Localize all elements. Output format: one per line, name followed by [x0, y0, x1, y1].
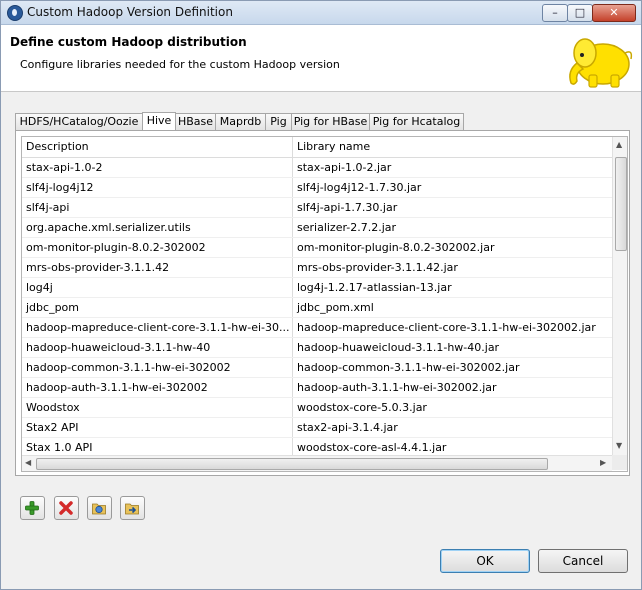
- ok-button[interactable]: OK: [440, 549, 530, 573]
- table-row[interactable]: Woodstox woodstox-core-5.0.3.jar: [22, 398, 612, 418]
- cell-library-name: jdbc_pom.xml: [297, 301, 374, 314]
- cell-library-name: serializer-2.7.2.jar: [297, 221, 397, 234]
- cell-library-name: stax2-api-3.1.4.jar: [297, 421, 398, 434]
- cell-description: slf4j-log4j12: [22, 178, 293, 197]
- column-header-library-name[interactable]: Library name: [293, 137, 612, 157]
- cell-description: Stax2 API: [22, 418, 293, 437]
- cell-description: jdbc_pom: [22, 298, 293, 317]
- cell-library-name: hadoop-mapreduce-client-core-3.1.1-hw-ei…: [297, 321, 596, 334]
- delete-library-button[interactable]: [54, 496, 79, 520]
- import-library-button[interactable]: [87, 496, 112, 520]
- table-row[interactable]: hadoop-auth-3.1.1-hw-ei-302002 hadoop-aut…: [22, 378, 612, 398]
- table-row[interactable]: jdbc_pom jdbc_pom.xml: [22, 298, 612, 318]
- table-row[interactable]: log4j log4j-1.2.17-atlassian-13.jar: [22, 278, 612, 298]
- dialog-window: Custom Hadoop Version Definition – □ ✕ D…: [0, 0, 642, 590]
- add-icon: [25, 501, 39, 515]
- close-button[interactable]: ✕: [592, 4, 636, 22]
- tab-pig[interactable]: Pig: [265, 113, 292, 130]
- cell-library-name: mrs-obs-provider-3.1.1.42.jar: [297, 261, 458, 274]
- scroll-left-icon[interactable]: ◀: [25, 458, 31, 468]
- cell-library-name: slf4j-api-1.7.30.jar: [297, 201, 398, 214]
- hadoop-elephant-logo: [569, 38, 633, 88]
- cancel-button[interactable]: Cancel: [538, 549, 628, 573]
- close-icon: ✕: [609, 6, 619, 19]
- tab-pig-for-hcatalog[interactable]: Pig for Hcatalog: [369, 113, 464, 130]
- cell-description: mrs-obs-provider-3.1.1.42: [22, 258, 293, 277]
- table-row[interactable]: mrs-obs-provider-3.1.1.42 mrs-obs-provide…: [22, 258, 612, 278]
- tab-hive[interactable]: Hive: [142, 112, 176, 130]
- cell-library-name: stax-api-1.0-2.jar: [297, 161, 392, 174]
- cell-library-name: hadoop-common-3.1.1-hw-ei-302002.jar: [297, 361, 520, 374]
- tab-pig-for-hbase[interactable]: Pig for HBase: [291, 113, 370, 130]
- minimize-icon: –: [552, 6, 558, 19]
- minimize-button[interactable]: –: [542, 4, 568, 22]
- cell-library-name: log4j-1.2.17-atlassian-13.jar: [297, 281, 452, 294]
- library-table: Description Library name stax-api-1.0-2 s…: [21, 136, 628, 472]
- table-header: Description Library name: [22, 137, 612, 158]
- cell-description: hadoop-huaweicloud-3.1.1-hw-40: [22, 338, 293, 357]
- cell-description: hadoop-mapreduce-client-core-3.1.1-hw-ei…: [22, 318, 293, 337]
- cell-description: log4j: [22, 278, 293, 297]
- export-icon: [125, 503, 139, 515]
- cell-description: org.apache.xml.serializer.utils: [22, 218, 293, 237]
- table-row[interactable]: hadoop-huaweicloud-3.1.1-hw-40 hadoop-hua…: [22, 338, 612, 358]
- tab-hdfs[interactable]: HDFS/HCatalog/Oozie: [15, 113, 143, 130]
- cell-description: stax-api-1.0-2: [22, 158, 293, 177]
- tab-panel: Description Library name stax-api-1.0-2 s…: [15, 130, 630, 476]
- horizontal-scroll-thumb[interactable]: [36, 458, 548, 470]
- cell-library-name: slf4j-log4j12-1.7.30.jar: [297, 181, 422, 194]
- table-row[interactable]: Stax2 API stax2-api-3.1.4.jar: [22, 418, 612, 438]
- table-row[interactable]: slf4j-log4j12 slf4j-log4j12-1.7.30.jar: [22, 178, 612, 198]
- cell-description: slf4j-api: [22, 198, 293, 217]
- export-library-button[interactable]: [120, 496, 145, 520]
- delete-icon: [59, 501, 73, 515]
- tab-hbase[interactable]: HBase: [175, 113, 216, 130]
- maximize-button[interactable]: □: [567, 4, 593, 22]
- table-row[interactable]: hadoop-mapreduce-client-core-3.1.1-hw-ei…: [22, 318, 612, 338]
- scroll-right-icon[interactable]: ▶: [600, 458, 606, 468]
- table-row[interactable]: stax-api-1.0-2 stax-api-1.0-2.jar: [22, 158, 612, 178]
- header-title: Define custom Hadoop distribution: [10, 35, 247, 49]
- vertical-scrollbar[interactable]: ▲ ▼: [612, 137, 627, 455]
- cell-description: hadoop-common-3.1.1-hw-ei-302002: [22, 358, 293, 377]
- table-row[interactable]: org.apache.xml.serializer.utils serialize…: [22, 218, 612, 238]
- app-icon: [7, 5, 23, 21]
- table-row[interactable]: hadoop-common-3.1.1-hw-ei-302002 hadoop-c…: [22, 358, 612, 378]
- scroll-up-icon[interactable]: ▲: [616, 140, 622, 150]
- cell-library-name: om-monitor-plugin-8.0.2-302002.jar: [297, 241, 495, 254]
- tab-maprdb[interactable]: Maprdb: [215, 113, 266, 130]
- scrollbar-corner: [612, 455, 627, 470]
- header-subtitle: Configure libraries needed for the custo…: [20, 58, 340, 71]
- vertical-scroll-thumb[interactable]: [615, 157, 627, 251]
- table-row[interactable]: slf4j-api slf4j-api-1.7.30.jar: [22, 198, 612, 218]
- add-library-button[interactable]: [20, 496, 45, 520]
- table-body: stax-api-1.0-2 stax-api-1.0-2.jar slf4j-lo…: [22, 158, 612, 471]
- table-row[interactable]: om-monitor-plugin-8.0.2-302002 om-monitor…: [22, 238, 612, 258]
- horizontal-scrollbar[interactable]: ◀ ▶: [22, 455, 612, 471]
- cell-description: om-monitor-plugin-8.0.2-302002: [22, 238, 293, 257]
- cell-library-name: hadoop-huaweicloud-3.1.1-hw-40.jar: [297, 341, 500, 354]
- cell-description: Woodstox: [22, 398, 293, 417]
- title-bar[interactable]: Custom Hadoop Version Definition – □ ✕: [1, 1, 641, 25]
- cell-library-name: woodstox-core-5.0.3.jar: [297, 401, 427, 414]
- cell-description: hadoop-auth-3.1.1-hw-ei-302002: [22, 378, 293, 397]
- maximize-icon: □: [574, 6, 586, 19]
- cell-library-name: hadoop-auth-3.1.1-hw-ei-302002.jar: [297, 381, 497, 394]
- import-icon: [92, 503, 106, 515]
- scroll-down-icon[interactable]: ▼: [616, 441, 622, 451]
- window-title: Custom Hadoop Version Definition: [27, 5, 233, 19]
- dialog-header: Define custom Hadoop distribution Config…: [1, 25, 641, 92]
- column-header-description[interactable]: Description: [22, 137, 293, 157]
